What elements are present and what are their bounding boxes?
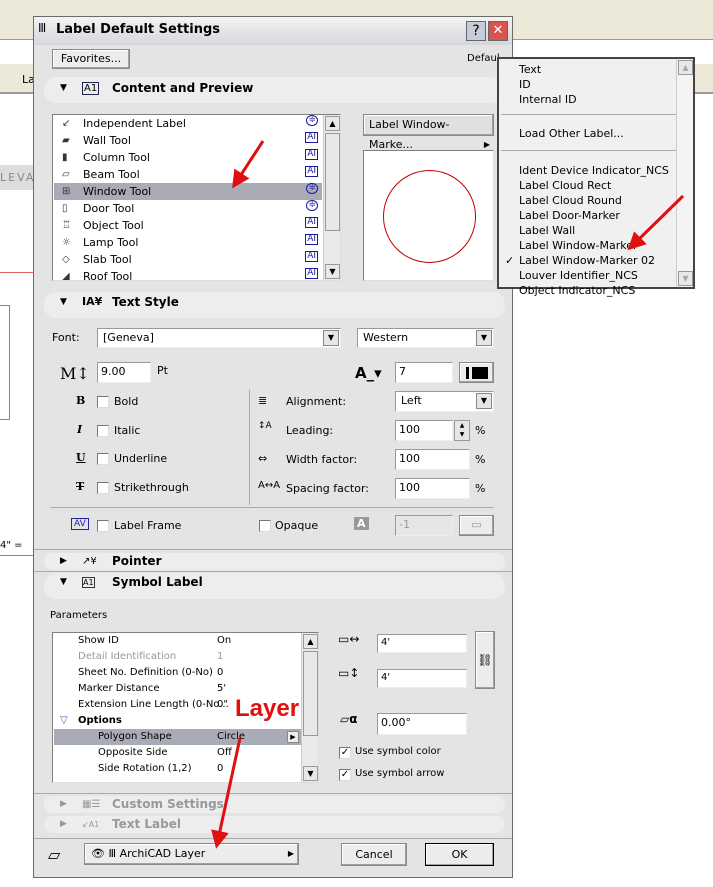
arrow-to-menu-item [627, 194, 685, 251]
arrow-to-window-tool [232, 140, 265, 189]
annotation-arrows [211, 140, 685, 849]
arrow-to-layer [211, 737, 242, 849]
